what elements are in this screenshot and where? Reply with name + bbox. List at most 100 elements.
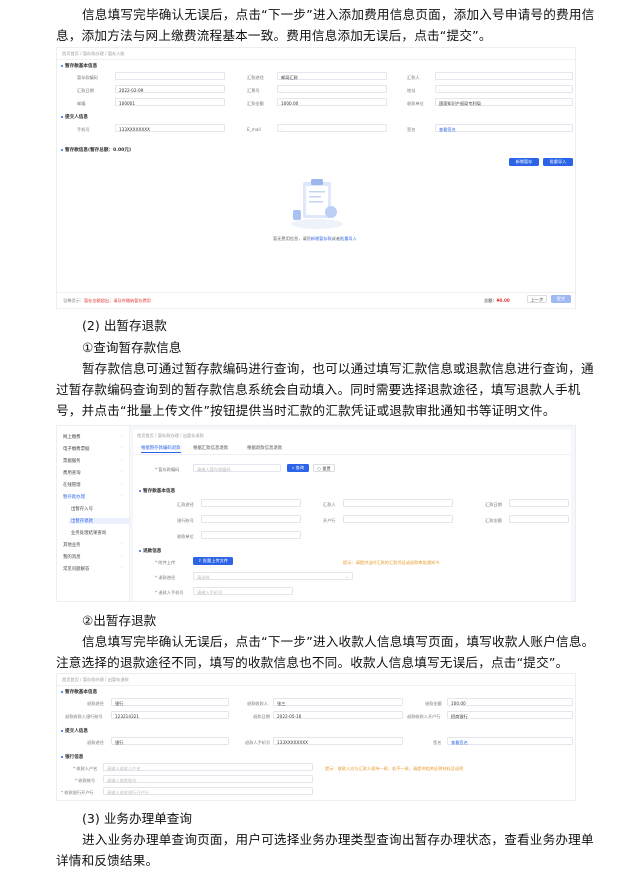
field-input: [111, 737, 229, 745]
field-value: -: [439, 88, 441, 93]
field-input: [201, 499, 301, 507]
field-label: 汇款途径: [177, 502, 194, 507]
field-input: [201, 531, 301, 539]
tab-by-refund[interactable]: 根据退款信息退款: [247, 444, 282, 453]
query-button[interactable]: ⌕ 查询: [287, 464, 309, 472]
field-label: 退款人手机号: [245, 740, 271, 745]
field-value: 2022-02-09: [119, 88, 144, 93]
sidebar-sub-deposit-in[interactable]: 出暂存入号: [71, 506, 93, 512]
section-refund-title: 退款信息: [139, 548, 161, 554]
submit-button[interactable]: 提交: [551, 295, 571, 303]
field-value: 银行: [115, 740, 124, 745]
refund-way-select[interactable]: [193, 572, 353, 580]
tab-by-code[interactable]: 根据暂存款编码退款: [141, 444, 181, 453]
sidebar-item-other[interactable]: 其他业务: [63, 542, 121, 548]
field-input: [111, 698, 229, 706]
sidebar-item-faq[interactable]: 常见问题解答: [63, 566, 124, 572]
empty-hint: 暂无费用信息，请您新增暂存款或者批量导入: [273, 236, 357, 241]
field-input: [273, 698, 403, 706]
sidebar-sub-deposit-refund[interactable]: 出暂存退款: [69, 518, 129, 524]
search-label: * 暂存款编码: [155, 467, 180, 472]
refund-paragraph: 信息填写完毕确认无误后，点击“下一步”进入收款人信息填写页面，填写收款人账户信息…: [56, 634, 595, 670]
field-value: 银行: [115, 701, 124, 706]
field-input: [509, 499, 569, 507]
screenshot-payee-info: 首页首页 / 暂存款办理 / 出暂存退款 暂存款基本信息 退款途径 银行 退款收…: [56, 673, 576, 801]
section-fee-title: 暂存款信息(暂存总额：0.00元): [61, 147, 131, 153]
sidebar-item-deposit[interactable]: 暂存款办理: [63, 494, 123, 500]
field-value: 133XXXXXXXX: [277, 740, 308, 745]
batch-import-button[interactable]: 批量导入: [543, 158, 573, 166]
field-label: 退款金额: [425, 701, 442, 706]
field-label: 汇款金额: [247, 101, 264, 106]
field-label: 退款日期: [253, 714, 270, 719]
section-submitter-title: 提交人信息: [61, 728, 88, 734]
field-input: [201, 515, 301, 523]
add-deposit-link[interactable]: 新增暂存款: [311, 236, 332, 241]
phone-placeholder: 请输入手机号: [197, 590, 223, 595]
breadcrumb[interactable]: 首页首页 / 暂存款办理 / 出暂存退款: [137, 433, 204, 439]
field-input: [277, 85, 387, 93]
field-value: 招商银行: [451, 714, 468, 719]
business-query-paragraph: 进入业务办理单查询页面，用户可选择业务办理类型查询出暂存办理状态，查看业务办理单…: [56, 832, 594, 868]
field-label: 汇款金额: [485, 518, 502, 523]
field-label: 开户行: [323, 518, 336, 523]
chevron-down-icon: ⌄: [345, 574, 349, 579]
sidebar-item-online-pay[interactable]: 网上缴费: [63, 434, 121, 440]
sidebar-item-online-manage[interactable]: 在线管理: [63, 482, 121, 488]
query-paragraph: 暂存款信息可通过暂存款编码进行查询，也可以通过填写汇款信息或退款信息进行查询，通…: [56, 361, 594, 418]
field-label: 汇款日期: [77, 88, 94, 93]
field-input: [343, 515, 453, 523]
field-label: 收款单位: [177, 534, 194, 539]
field-value: 张三: [277, 701, 286, 706]
field-value: 1000.00: [281, 101, 299, 106]
view-signature-link[interactable]: 查看签名: [451, 740, 468, 746]
field-value: 133XXXXXXXX: [119, 127, 150, 132]
field-value: -: [119, 75, 121, 80]
sub-heading-refund: ②出暂存退款: [82, 613, 157, 628]
footer-warning: 温馨提示：暂存金额超出，请及时缴纳暂存费用: [63, 298, 151, 303]
bank-label: * 收款银行开户行: [61, 790, 94, 795]
sidebar-sub-result-query[interactable]: 业务处理结果查询: [71, 530, 106, 536]
screenshot-fee-info: 首页首页 / 暂存款办理 / 暂存入账 暂存款基本信息 暂存款编码 - 汇款途径…: [56, 47, 576, 309]
prev-step-button[interactable]: 上一步: [527, 295, 547, 303]
account-label: * 收款账号: [75, 778, 96, 783]
intro-paragraph: 信息填写完毕确认无误后，点击“下一步”进入添加费用信息页面，添加入号申请号的费用…: [56, 7, 595, 43]
sidebar-item-invoice-service[interactable]: 票据服务: [63, 458, 121, 464]
field-value: 100001: [119, 101, 135, 106]
field-label: 地址: [407, 88, 416, 93]
reset-button[interactable]: ○ 重置: [313, 464, 335, 472]
field-label: 退款途径: [87, 740, 104, 745]
field-value: 100.00: [451, 701, 466, 706]
batch-import-link[interactable]: 批量导入: [340, 236, 357, 241]
sidebar-item-fee-query[interactable]: 费用查询: [63, 470, 121, 476]
section-heading-refund: (2) 出暂存退款: [82, 318, 167, 333]
field-label: 签名: [433, 740, 442, 745]
field-label: 暂存款编码: [77, 75, 98, 80]
refund-tip: 提示：收款人应与汇款人保持一致，若不一致，请提供相关证明材料及说明: [325, 766, 464, 771]
add-deposit-button[interactable]: 新增暂存: [509, 158, 539, 166]
bank-placeholder: 请输入收款银行开户行: [107, 790, 149, 795]
sidebar: 网上缴费 电子缴费票据 票据服务 费用查询 在线管理 暂存款办理 出暂存入号 出…: [57, 426, 130, 601]
field-label: E_mail: [247, 127, 261, 132]
field-input: [277, 124, 387, 132]
tab-by-remittance[interactable]: 根据汇款信息退款: [193, 444, 228, 453]
sidebar-item-messages[interactable]: 我的消息: [63, 554, 121, 560]
phone-label: * 退款人手机号: [155, 590, 184, 595]
field-value: -: [439, 75, 441, 80]
field-input: [435, 85, 573, 93]
field-label: 退款收款人银行账号: [65, 714, 103, 719]
field-value: -: [281, 127, 283, 132]
field-value: 邮局汇款: [281, 75, 298, 80]
breadcrumb[interactable]: 首页首页 / 暂存款办理 / 暂存入账: [62, 51, 125, 57]
view-signature-link[interactable]: 查看签名: [439, 127, 456, 133]
field-label: 收款单位: [407, 101, 424, 106]
sidebar-item-e-invoice[interactable]: 电子缴费票据: [63, 446, 124, 452]
section-submitter-title: 提交人信息: [61, 114, 88, 120]
batch-upload-button[interactable]: ⇪ 批量上传文件: [193, 557, 233, 565]
field-label: 汇票号: [247, 88, 260, 93]
field-label: 汇款人: [323, 502, 336, 507]
breadcrumb[interactable]: 首页首页 / 暂存款办理 / 出暂存退款: [62, 677, 129, 683]
section-heading-query: (3) 业务办理单查询: [82, 811, 192, 826]
field-label: 汇款日期: [485, 502, 502, 507]
field-input: [509, 515, 569, 523]
